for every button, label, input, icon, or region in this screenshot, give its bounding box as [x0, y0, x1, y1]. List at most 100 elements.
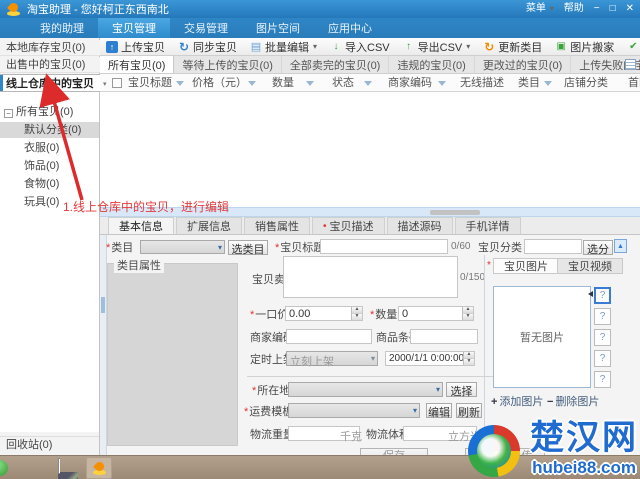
tab-sales-attributes[interactable]: 销售属性: [244, 217, 310, 234]
location-dropdown[interactable]: ▾: [288, 382, 443, 397]
column-seller-code[interactable]: 商家编码: [388, 74, 432, 92]
quantity-label: 数量: [370, 308, 397, 322]
filter-funnel-icon[interactable]: [306, 81, 314, 86]
spin-down-icon[interactable]: ▼: [463, 359, 474, 365]
column-status[interactable]: 状态: [332, 74, 354, 92]
nav-tab-trade-management[interactable]: 交易管理: [170, 18, 242, 38]
weight-unit: 千克: [340, 431, 362, 443]
tab-basic-info[interactable]: 基本信息: [108, 217, 174, 234]
quantity-stepper[interactable]: 0 ▲ ▼: [398, 306, 474, 321]
edit-shipping-button[interactable]: 编辑: [426, 403, 452, 419]
filter-funnel-icon[interactable]: [248, 81, 256, 86]
update-category-button[interactable]: ↻ 更新类目: [483, 39, 542, 55]
tab-item-video[interactable]: 宝贝视频: [557, 258, 623, 274]
scroll-up-icon[interactable]: ▲: [614, 239, 627, 253]
sidebar-item-recycle-bin[interactable]: 回收站(0): [0, 436, 99, 452]
violation-check-button[interactable]: ✔违规验证: [627, 39, 640, 55]
left-scroll-strip[interactable]: [100, 235, 107, 455]
column-quantity[interactable]: 数量: [272, 74, 294, 92]
minimize-button[interactable]: −: [594, 1, 600, 17]
image-thumb-slot[interactable]: ?: [594, 371, 611, 388]
column-category[interactable]: 类目: [518, 74, 540, 92]
sidebar-item-local-items[interactable]: 本地库存宝贝(0): [0, 40, 100, 56]
image-thumb-slot[interactable]: ?: [594, 287, 611, 304]
nav-tab-image-space[interactable]: 图片空间: [242, 18, 314, 38]
taobao-assistant-taskbar-icon[interactable]: [86, 457, 112, 479]
filter-tab-violation[interactable]: 违规的宝贝(0): [389, 56, 475, 73]
menu-button[interactable]: 菜单 ▾: [526, 1, 554, 17]
schedule-dropdown[interactable]: 立刻上架 ▾: [286, 351, 378, 368]
add-image-link[interactable]: + 添加图片: [491, 393, 543, 409]
firefox-icon[interactable]: [24, 459, 44, 477]
select-all-checkbox[interactable]: [112, 78, 122, 88]
collapse-icon[interactable]: −: [4, 109, 13, 118]
tab-description-source[interactable]: 描述源码: [386, 217, 453, 234]
image-thumb-slot[interactable]: ?: [594, 308, 611, 325]
splitter-handle-icon[interactable]: [430, 210, 480, 215]
pick-category-button[interactable]: 选类目: [228, 240, 268, 256]
sidebar-item-selling-items[interactable]: 出售中的宝贝(0): [0, 57, 100, 73]
column-wireless-desc[interactable]: 无线描述: [460, 74, 504, 92]
maximize-button[interactable]: □: [610, 1, 616, 17]
nav-tab-item-management[interactable]: 宝贝管理: [98, 18, 170, 38]
price-stepper[interactable]: 0.00 ▲ ▼: [285, 306, 363, 321]
nav-tab-my-assistant[interactable]: 我的助理: [26, 18, 98, 38]
help-button[interactable]: 帮助: [564, 1, 584, 17]
filter-funnel-icon[interactable]: [364, 81, 372, 86]
filter-tab-modified[interactable]: 更改过的宝贝(0): [474, 56, 572, 73]
remove-image-link[interactable]: − 删除图片: [547, 393, 599, 409]
filter-tab-waiting-upload[interactable]: 等待上传的宝贝(0): [174, 56, 282, 73]
shop-category-input[interactable]: [524, 239, 582, 254]
tree-root-all-items[interactable]: − 所有宝贝(0): [0, 104, 99, 120]
filter-tab-all[interactable]: 所有宝贝(0): [100, 56, 175, 73]
tab-item-description[interactable]: • 宝贝描述: [312, 217, 385, 234]
image-move-button[interactable]: ▣ 图片搬家: [555, 39, 615, 55]
image-thumb-slot[interactable]: ?: [594, 350, 611, 367]
tree-item-clothes[interactable]: 衣服(0): [0, 140, 99, 156]
seller-code-input[interactable]: [286, 329, 372, 344]
sync-item-button[interactable]: ↻ 同步宝贝: [178, 39, 237, 55]
pick-location-button[interactable]: 选择: [446, 382, 477, 398]
filter-funnel-icon[interactable]: [544, 81, 552, 86]
select-caret-icon[interactable]: ▾: [103, 80, 107, 88]
sidebar-item-online-warehouse[interactable]: 线上仓库中的宝贝(0): [0, 74, 100, 108]
filter-funnel-icon[interactable]: [438, 81, 446, 86]
refresh-shipping-button[interactable]: 刷新: [456, 403, 482, 419]
tab-mobile-detail[interactable]: 手机详情: [454, 217, 521, 234]
spin-down-icon[interactable]: ▼: [462, 314, 473, 320]
upload-item-button[interactable]: ↑ 上传宝贝: [106, 39, 165, 55]
column-main-image[interactable]: 首图: [628, 74, 640, 92]
image-viewer-icon[interactable]: [58, 458, 78, 479]
tab-extended-info[interactable]: 扩展信息: [176, 217, 242, 234]
item-title-input[interactable]: [320, 239, 448, 254]
schedule-time-stepper[interactable]: 2000/1/1 0:00:00 ▲ ▼: [385, 351, 475, 366]
shipping-template-dropdown[interactable]: ▾: [288, 403, 420, 418]
column-shop-category[interactable]: 店铺分类: [564, 74, 608, 92]
close-button[interactable]: ✕: [626, 1, 634, 17]
volume-unit: 立方米: [448, 431, 481, 443]
nav-tab-app-center[interactable]: 应用中心: [314, 18, 386, 38]
spin-down-icon[interactable]: ▼: [351, 314, 362, 320]
image-thumb-slot[interactable]: ?: [594, 329, 611, 346]
barcode-input[interactable]: [410, 329, 478, 344]
tree-item-accessories[interactable]: 饰品(0): [0, 158, 99, 174]
tree-item-default-category[interactable]: 默认分类(0): [0, 122, 99, 138]
category-dropdown[interactable]: ▾: [140, 240, 225, 254]
column-title[interactable]: 宝贝标题: [128, 74, 172, 92]
item-list[interactable]: [100, 92, 640, 207]
sell-point-textarea[interactable]: [283, 256, 458, 298]
tab-item-images[interactable]: 宝贝图片: [493, 258, 559, 274]
messenger-icon[interactable]: [0, 460, 8, 476]
filter-tab-sold-out[interactable]: 全部卖完的宝贝(0): [281, 56, 390, 73]
pick-shop-category-button[interactable]: 选分类: [583, 240, 613, 272]
list-settings-icon[interactable]: [625, 59, 636, 70]
required-dot-icon: •: [323, 220, 327, 232]
category-attributes-label: 类目属性: [114, 257, 164, 273]
export-csv-button[interactable]: ↑ 导出CSV ▾: [403, 39, 470, 55]
batch-edit-button[interactable]: ▤ 批量编辑 ▾: [250, 39, 317, 55]
column-price[interactable]: 价格（元）: [192, 74, 247, 92]
import-csv-button[interactable]: ↓ 导入CSV: [330, 39, 390, 55]
image-preview[interactable]: 暂无图片: [493, 286, 591, 388]
tree-item-food[interactable]: 食物(0): [0, 176, 99, 192]
filter-funnel-icon[interactable]: [176, 81, 184, 86]
